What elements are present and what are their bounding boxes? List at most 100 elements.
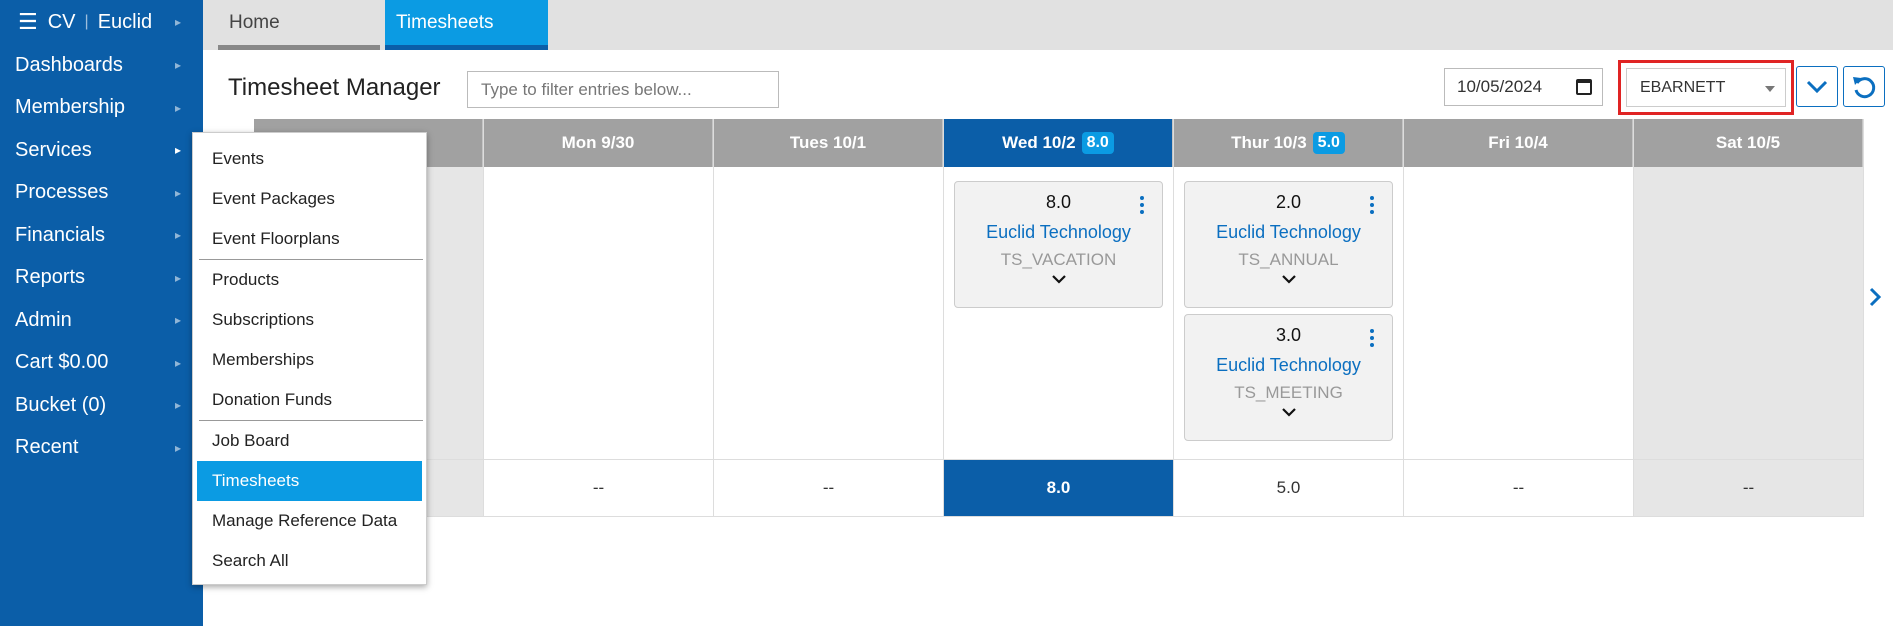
date-value: 10/05/2024 [1457,77,1543,96]
submenu-item-events[interactable]: Events [197,139,422,179]
submenu-item-job-board[interactable]: Job Board [197,421,422,461]
entry-hours: 2.0 [1275,192,1302,212]
hamburger-icon[interactable]: ☰ [18,9,38,35]
more-options-icon[interactable] [1140,196,1144,217]
hours-badge: 8.0 [1081,132,1114,154]
entry-code: TS_ANNUAL [1238,250,1339,269]
more-options-icon[interactable] [1370,329,1374,350]
chevron-right-icon: ▸ [174,185,181,200]
day-label: Fri 10/4 [1488,133,1548,152]
day-body [1634,167,1863,460]
highlight-box: EBARNETT [1618,60,1794,115]
day-body[interactable]: 2.0 Euclid Technology TS_ANNUAL 3.0 Eucl… [1174,167,1403,460]
nav-label: Recent [15,436,79,459]
tab-timesheets[interactable]: Timesheets [385,0,548,50]
user-select[interactable]: EBARNETT [1626,68,1786,107]
day-label: Mon 9/30 [561,133,635,152]
nav-item-reports[interactable]: Reports ▸ [0,257,203,300]
entry-organization-link[interactable]: Euclid Technology [1185,355,1392,376]
more-options-icon[interactable] [1370,196,1374,217]
brand-right: Euclid [97,10,153,33]
submenu-item-donation-funds[interactable]: Donation Funds [197,380,422,420]
caret-down-icon [1765,86,1775,92]
day-total: 5.0 [1174,460,1403,517]
nav-label: Financials [15,223,106,246]
next-week-icon[interactable] [1868,286,1882,308]
nav-item-recent[interactable]: Recent ▸ [0,427,203,470]
refresh-button[interactable] [1843,66,1885,107]
submenu-item-event-floorplans[interactable]: Event Floorplans [197,219,422,259]
chevron-right-icon: ▸ [174,355,181,370]
brand-separator: | [84,13,89,30]
day-body[interactable] [1404,167,1633,460]
chevron-down-icon[interactable] [1281,274,1296,284]
filter-input[interactable] [467,71,779,108]
nav-label: Processes [15,181,109,204]
sidebar: ☰ CV | Euclid ▸ Dashboards ▸ Membership ▸ … [0,0,203,626]
submenu-item-search-all[interactable]: Search All [197,541,422,581]
calendar-icon[interactable] [1576,79,1592,95]
hours-badge: 5.0 [1312,132,1345,154]
day-total: 8.0 [944,460,1173,517]
entry-hours: 3.0 [1275,325,1302,345]
nav-item-membership[interactable]: Membership ▸ [0,87,203,130]
nav-item-cart[interactable]: Cart $0.00 ▸ [0,342,203,385]
nav-item-bucket[interactable]: Bucket (0) ▸ [0,384,203,427]
undo-icon [1853,76,1876,98]
day-total: -- [714,460,943,517]
chevron-right-icon: ▸ [174,58,181,73]
tab-bar: Home Timesheets [203,0,1893,50]
submenu-item-memberships[interactable]: Memberships [197,340,422,380]
day-body[interactable]: 8.0 Euclid Technology TS_VACATION [944,167,1173,460]
nav-label: Services [15,138,92,161]
chevron-down-icon[interactable] [1051,274,1066,284]
submenu-item-manage-reference-data[interactable]: Manage Reference Data [197,501,422,541]
day-body[interactable] [484,167,713,460]
day-body[interactable] [714,167,943,460]
submenu-item-timesheets[interactable]: Timesheets [197,461,422,501]
nav-label: Cart $0.00 [15,351,109,374]
day-column-thu: Thur 10/3 5.0 2.0 Euclid Technology TS_AN… [1174,119,1404,517]
chevron-down-icon [1806,80,1828,93]
nav-item-admin[interactable]: Admin ▸ [0,299,203,342]
submenu-item-event-packages[interactable]: Event Packages [197,179,422,219]
nav-item-processes[interactable]: Processes ▸ [0,172,203,215]
entry-code: TS_VACATION [1000,250,1117,269]
date-picker[interactable]: 10/05/2024 [1444,68,1603,106]
day-total: -- [484,460,713,517]
submenu-item-products[interactable]: Products [197,260,422,300]
day-total: -- [1404,460,1633,517]
submenu-item-subscriptions[interactable]: Subscriptions [197,300,422,340]
nav-item-services[interactable]: Services ▸ [0,129,203,172]
day-header: Sat 10/5 [1634,119,1863,167]
chevron-right-icon: ▸ [174,398,181,413]
timesheet-entry[interactable]: 3.0 Euclid Technology TS_MEETING [1184,314,1393,441]
chevron-right-icon: ▸ [174,15,181,29]
nav-label: Bucket (0) [15,393,107,416]
day-label: Sat 10/5 [1715,133,1781,152]
nav-item-financials[interactable]: Financials ▸ [0,214,203,257]
entry-hours: 8.0 [1045,192,1072,212]
nav-label: Reports [15,266,86,289]
timesheet-entry[interactable]: 2.0 Euclid Technology TS_ANNUAL [1184,181,1393,308]
entry-organization-link[interactable]: Euclid Technology [955,222,1162,243]
day-label: Tues 10/1 [789,133,867,152]
entry-organization-link[interactable]: Euclid Technology [1185,222,1392,243]
entry-code: TS_MEETING [1234,383,1343,402]
chevron-right-icon: ▸ [174,228,181,243]
expand-all-button[interactable] [1796,66,1838,107]
chevron-down-icon[interactable] [1281,407,1296,417]
day-label: Wed 10/2 [1002,133,1076,152]
week-grid: Mon 9/30 -- Tues 10/1 -- Wed 10/2 8.0 8.0… [254,119,1864,517]
user-value: EBARNETT [1640,78,1726,96]
timesheet-entry[interactable]: 8.0 Euclid Technology TS_VACATION [954,181,1163,308]
day-header: Fri 10/4 [1404,119,1633,167]
brand[interactable]: ☰ CV | Euclid ▸ [0,0,203,44]
day-column-tue: Tues 10/1 -- [714,119,944,517]
day-column-fri: Fri 10/4 -- [1404,119,1634,517]
day-column-mon: Mon 9/30 -- [484,119,714,517]
services-submenu: Events Event Packages Event Floorplans P… [192,132,427,585]
tab-home[interactable]: Home [218,0,380,50]
brand-left: CV [47,10,76,33]
nav-item-dashboards[interactable]: Dashboards ▸ [0,44,203,87]
